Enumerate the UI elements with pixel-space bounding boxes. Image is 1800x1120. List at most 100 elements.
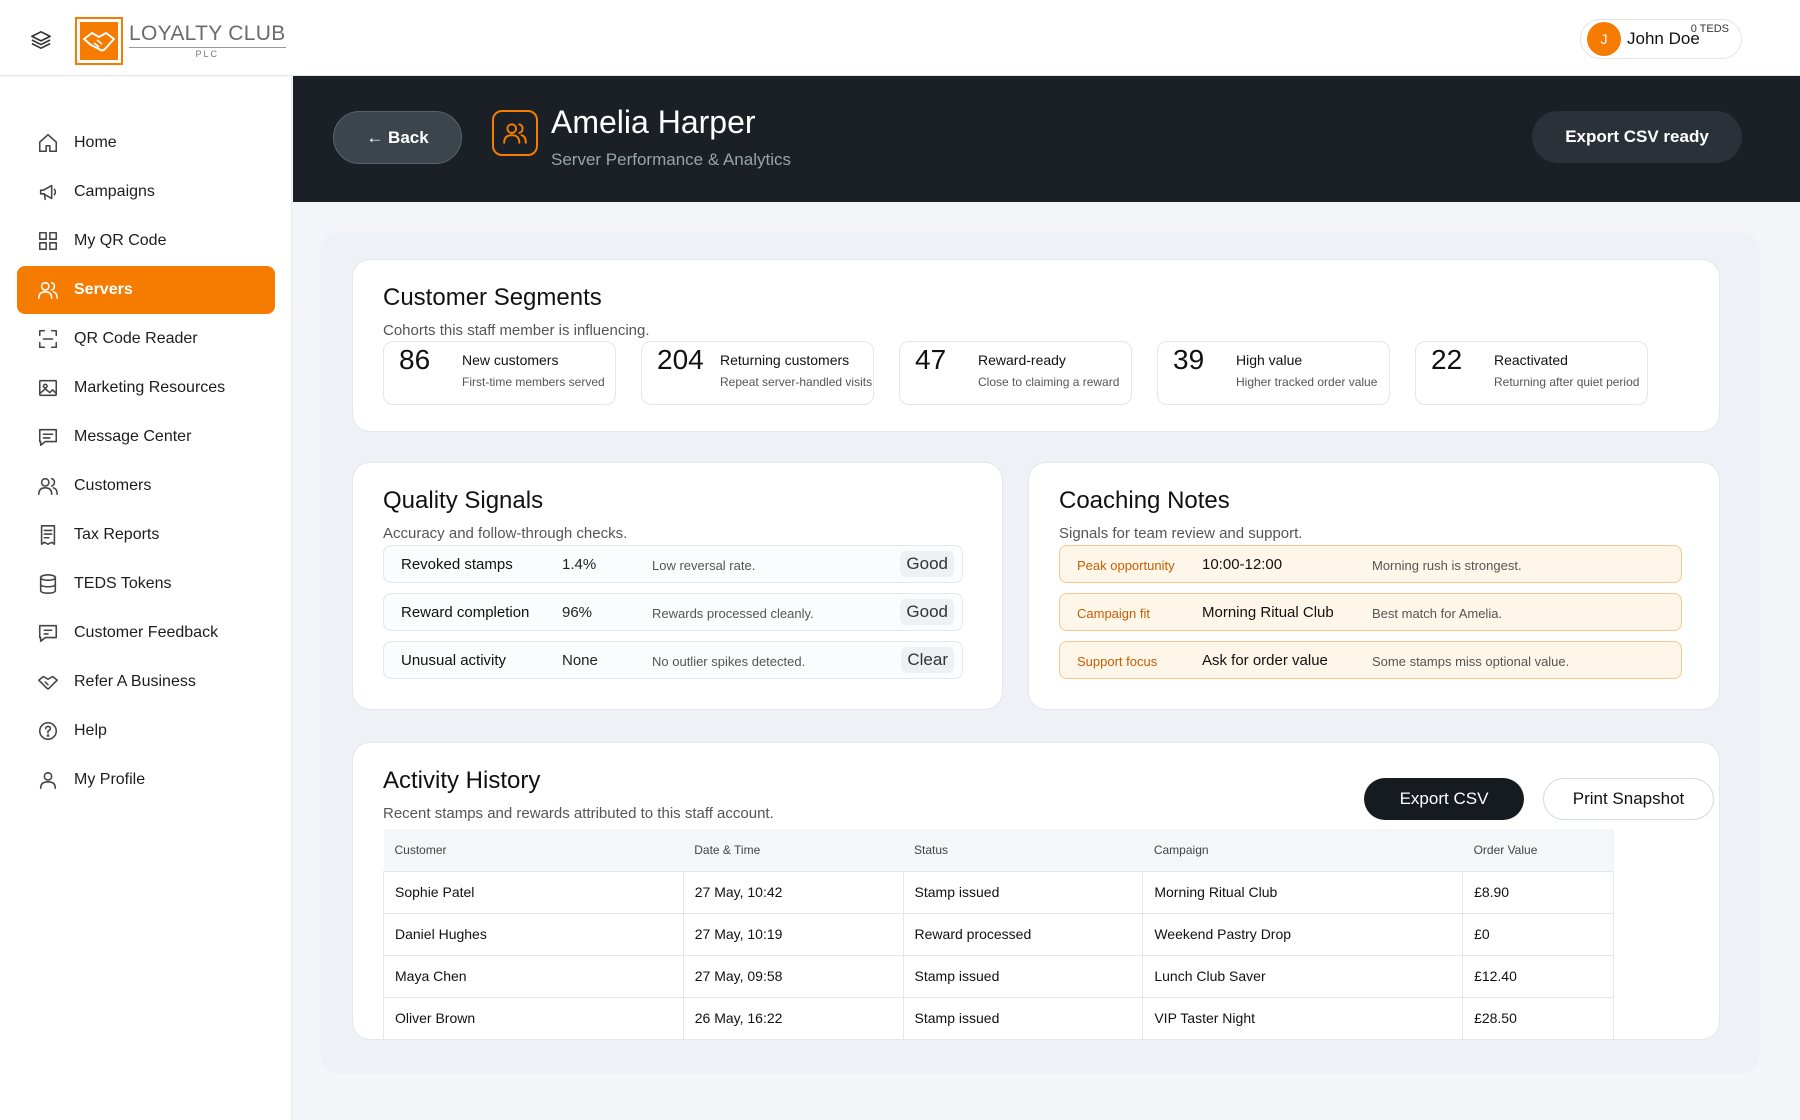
- card-title: Activity History: [383, 767, 541, 794]
- table-row[interactable]: Maya Chen 27 May, 09:58 Stamp issued Lun…: [383, 954, 1614, 997]
- sidebar-item-my-profile[interactable]: My Profile: [17, 756, 275, 804]
- page-subtitle: Server Performance & Analytics: [551, 150, 791, 169]
- sidebar-item-tax-reports[interactable]: Tax Reports: [17, 511, 275, 559]
- sidebar-item-label: Refer A Business: [74, 673, 196, 690]
- avatar: J: [1587, 22, 1621, 56]
- page-title: Amelia Harper: [551, 104, 756, 140]
- user-name: John Doe: [1627, 29, 1700, 48]
- segment-label: High value: [1236, 352, 1303, 368]
- sidebar-item-label: Customers: [74, 477, 152, 494]
- sidebar-item-label: My Profile: [74, 771, 146, 788]
- cell-status: Stamp issued: [903, 996, 1144, 1040]
- status-badge: Good: [900, 599, 954, 625]
- table-row[interactable]: Daniel Hughes 27 May, 10:19 Reward proce…: [383, 912, 1614, 955]
- layers-icon[interactable]: [30, 30, 52, 50]
- cell-campaign: Weekend Pastry Drop: [1142, 912, 1464, 955]
- sidebar-item-label: Tax Reports: [74, 526, 160, 543]
- back-button[interactable]: ← Back: [333, 111, 462, 164]
- sidebar-item-message-center[interactable]: Message Center: [17, 413, 275, 461]
- note-value: Morning Ritual Club: [1202, 604, 1334, 621]
- card-subtitle: Recent stamps and rewards attributed to …: [383, 805, 774, 822]
- column-header[interactable]: Date & Time: [683, 829, 904, 871]
- column-header[interactable]: Campaign: [1142, 829, 1463, 871]
- segment-reactivated[interactable]: 22 Reactivated Returning after quiet per…: [1415, 341, 1648, 405]
- segment-label: Reward-ready: [978, 352, 1066, 368]
- database-icon: [39, 574, 57, 594]
- card-title: Quality Signals: [383, 487, 544, 514]
- sidebar-item-home[interactable]: Home: [17, 119, 275, 167]
- sidebar-item-label: Home: [74, 134, 117, 151]
- segment-returning-customers[interactable]: 204 Returning customers Repeat server-ha…: [641, 341, 874, 405]
- segment-new-customers[interactable]: 86 New customers First-time members serv…: [383, 341, 616, 405]
- coaching-row-support-focus: Support focus Ask for order value Some s…: [1059, 641, 1682, 679]
- note-description: Some stamps miss optional value.: [1372, 654, 1570, 669]
- user-menu[interactable]: J John Doe 0 TEDS: [1580, 19, 1742, 59]
- note-description: Morning rush is strongest.: [1372, 558, 1522, 573]
- image-icon: [38, 379, 58, 397]
- sidebar-item-label: Servers: [74, 281, 133, 298]
- segment-count: 22: [1431, 344, 1463, 375]
- cell-customer: Daniel Hughes: [383, 912, 684, 955]
- sidebar-item-customer-feedback[interactable]: Customer Feedback: [17, 609, 275, 657]
- qr-grid-icon: [38, 231, 58, 251]
- segment-description: Higher tracked order value: [1236, 375, 1378, 389]
- quality-row-revoked-stamps: Revoked stamps 1.4% Low reversal rate. G…: [383, 545, 963, 583]
- sidebar-item-refer-a-business[interactable]: Refer A Business: [17, 658, 275, 706]
- sidebar-item-qr-code-reader[interactable]: QR Code Reader: [17, 315, 275, 363]
- segment-count: 39: [1173, 344, 1205, 375]
- cell-status: Stamp issued: [903, 870, 1144, 913]
- handshake-icon: [38, 675, 58, 690]
- quality-signals-card: Quality Signals Accuracy and follow-thro…: [352, 462, 1003, 710]
- activity-table: Customer Date & Time Status Campaign Ord…: [383, 829, 1614, 1040]
- home-icon: [38, 133, 58, 153]
- message-icon: [38, 428, 58, 447]
- cell-order-value: £0: [1462, 912, 1614, 955]
- table-row[interactable]: Oliver Brown 26 May, 16:22 Stamp issued …: [383, 996, 1614, 1040]
- sidebar-item-servers[interactable]: Servers: [17, 266, 275, 314]
- help-icon: [38, 721, 58, 741]
- brand-title: LOYALTY CLUB: [129, 22, 286, 45]
- feedback-icon: [38, 624, 58, 643]
- sidebar-item-teds-tokens[interactable]: TEDS Tokens: [17, 560, 275, 608]
- print-snapshot-button[interactable]: Print Snapshot: [1543, 778, 1714, 820]
- cell-customer: Maya Chen: [383, 954, 684, 997]
- column-header[interactable]: Status: [903, 829, 1143, 871]
- segment-label: New customers: [462, 352, 559, 368]
- card-subtitle: Signals for team review and support.: [1059, 525, 1303, 542]
- cell-customer: Oliver Brown: [383, 996, 684, 1040]
- content-area: Customer Segments Cohorts this staff mem…: [320, 232, 1760, 1074]
- sidebar-item-label: Customer Feedback: [74, 624, 219, 641]
- sidebar-item-marketing-resources[interactable]: Marketing Resources: [17, 364, 275, 412]
- sidebar-item-label: TEDS Tokens: [74, 575, 172, 592]
- cell-date-time: 27 May, 10:42: [683, 870, 904, 913]
- users-icon: [503, 123, 527, 144]
- column-header[interactable]: Order Value: [1462, 829, 1614, 871]
- card-title: Customer Segments: [383, 284, 602, 311]
- receipt-icon: [40, 525, 56, 545]
- sidebar-item-help[interactable]: Help: [17, 707, 275, 755]
- segment-count: 86: [399, 344, 431, 375]
- signal-value: 1.4%: [562, 556, 597, 573]
- export-csv-ready-button[interactable]: Export CSV ready: [1532, 111, 1742, 163]
- signal-description: Rewards processed cleanly.: [652, 606, 814, 621]
- sidebar-item-my-qr-code[interactable]: My QR Code: [17, 217, 275, 265]
- customers-icon: [38, 477, 58, 496]
- segment-description: Returning after quiet period: [1494, 375, 1640, 389]
- sidebar-item-campaigns[interactable]: Campaigns: [17, 168, 275, 216]
- note-value: Ask for order value: [1202, 652, 1328, 669]
- brand-logo[interactable]: LOYALTY CLUB PLC: [75, 17, 286, 65]
- signal-name: Unusual activity: [401, 652, 507, 669]
- page-header: ← Back Amelia Harper Server Performance …: [293, 76, 1800, 202]
- cell-customer: Sophie Patel: [383, 870, 684, 913]
- table-row[interactable]: Sophie Patel 27 May, 10:42 Stamp issued …: [383, 870, 1614, 913]
- segment-high-value[interactable]: 39 High value Higher tracked order value: [1157, 341, 1390, 405]
- card-subtitle: Accuracy and follow-through checks.: [383, 525, 628, 542]
- brand-subtitle: PLC: [129, 47, 286, 59]
- sidebar-item-customers[interactable]: Customers: [17, 462, 275, 510]
- users-icon: [38, 281, 58, 300]
- note-name: Support focus: [1077, 654, 1158, 669]
- segment-reward-ready[interactable]: 47 Reward-ready Close to claiming a rewa…: [899, 341, 1132, 405]
- cell-date-time: 27 May, 10:19: [683, 912, 904, 955]
- export-csv-button[interactable]: Export CSV: [1364, 778, 1524, 820]
- column-header[interactable]: Customer: [383, 829, 684, 871]
